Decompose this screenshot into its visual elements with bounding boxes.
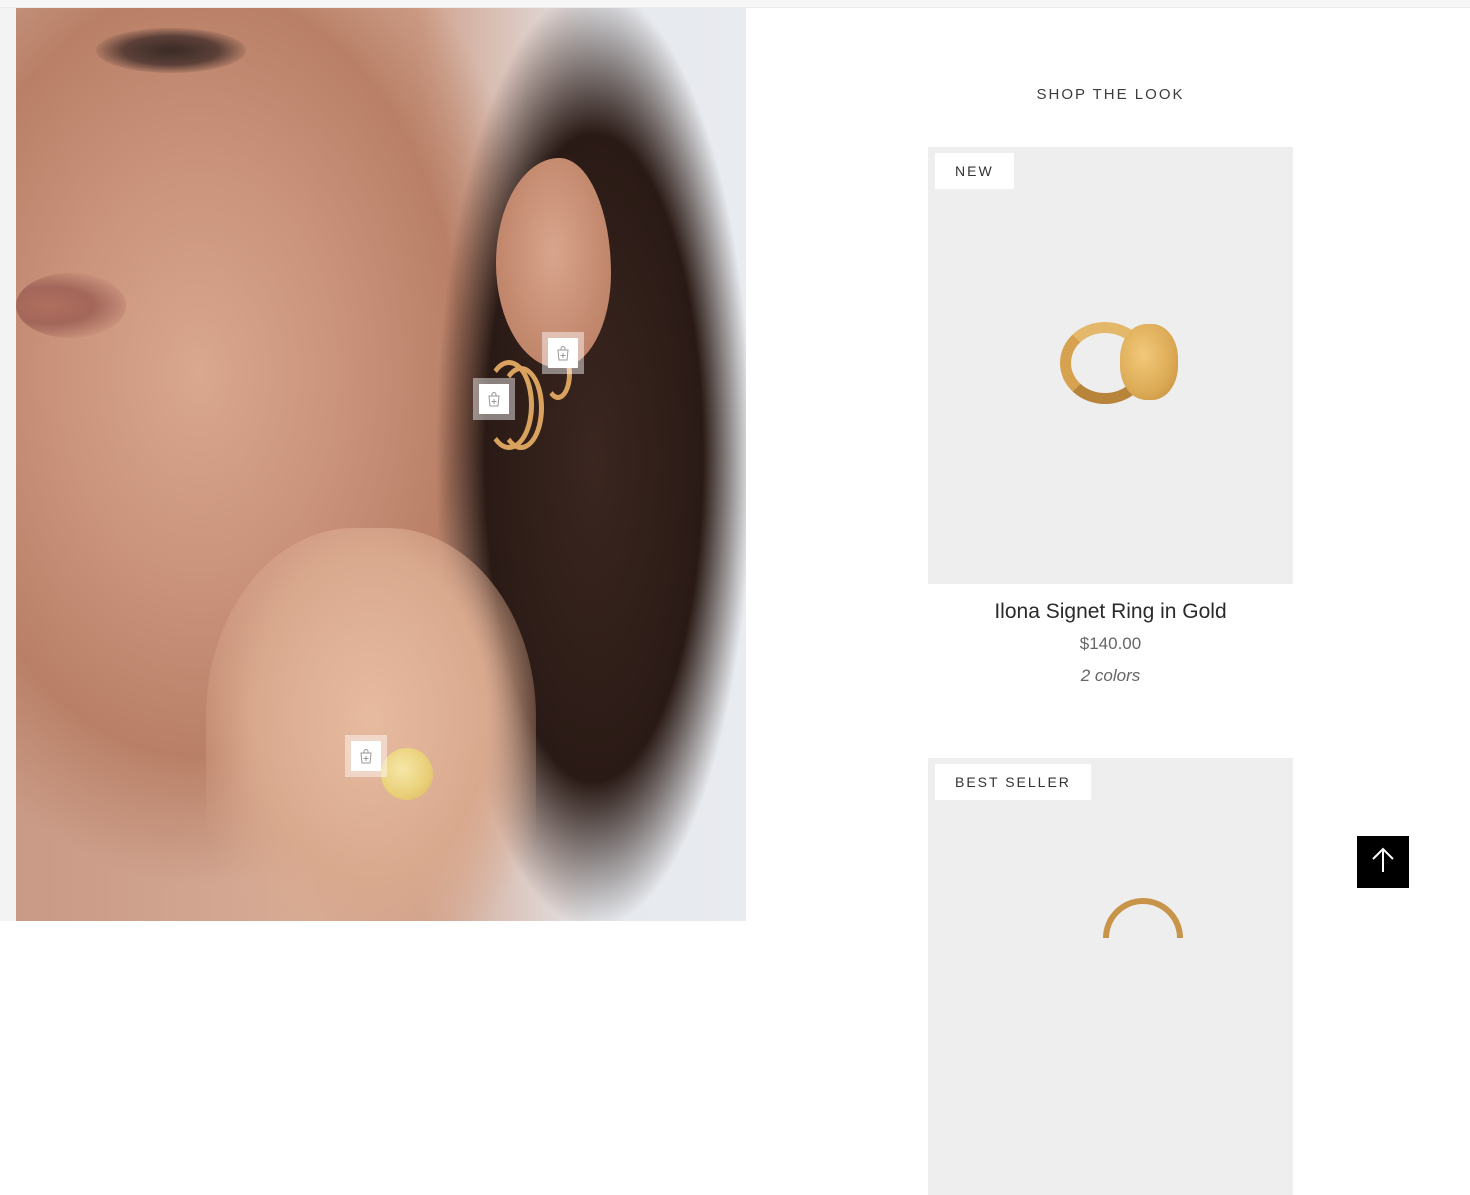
shopping-bag-plus-icon xyxy=(479,384,509,414)
product-image[interactable]: NEW xyxy=(928,147,1293,584)
shop-hotspot-earring-hoop[interactable] xyxy=(473,378,515,420)
product-badge: NEW xyxy=(935,153,1014,189)
ring-image-partial xyxy=(1103,898,1183,938)
product-price: $140.00 xyxy=(1079,634,1142,653)
signet-ring-image xyxy=(1058,312,1178,412)
model-eye xyxy=(96,28,246,73)
top-border xyxy=(0,0,1470,8)
product-card[interactable]: NEW Ilona Signet Ring in Gold $140.00 2 … xyxy=(928,147,1293,686)
shop-hotspot-signet-ring[interactable] xyxy=(345,735,387,777)
product-color-count[interactable]: 2 colors xyxy=(928,666,1293,686)
lookbook-hero-image xyxy=(16,8,746,921)
ring-face xyxy=(1120,324,1178,400)
shopping-bag-plus-icon xyxy=(351,741,381,771)
product-image[interactable]: BEST SELLER xyxy=(928,758,1293,1195)
product-card[interactable]: BEST SELLER xyxy=(928,758,1293,1195)
signet-ring-on-finger xyxy=(381,748,433,800)
back-to-top-button[interactable] xyxy=(1357,836,1409,888)
arrow-up-icon xyxy=(1370,846,1396,879)
shopping-bag-plus-icon xyxy=(548,338,578,368)
model-hand xyxy=(206,528,536,921)
section-title: SHOP THE LOOK xyxy=(1036,86,1185,103)
product-badge: BEST SELLER xyxy=(935,764,1091,800)
left-gutter xyxy=(0,8,16,921)
model-lips xyxy=(16,273,126,338)
product-name[interactable]: Ilona Signet Ring in Gold xyxy=(928,600,1293,624)
shop-hotspot-earring-small[interactable] xyxy=(542,332,584,374)
